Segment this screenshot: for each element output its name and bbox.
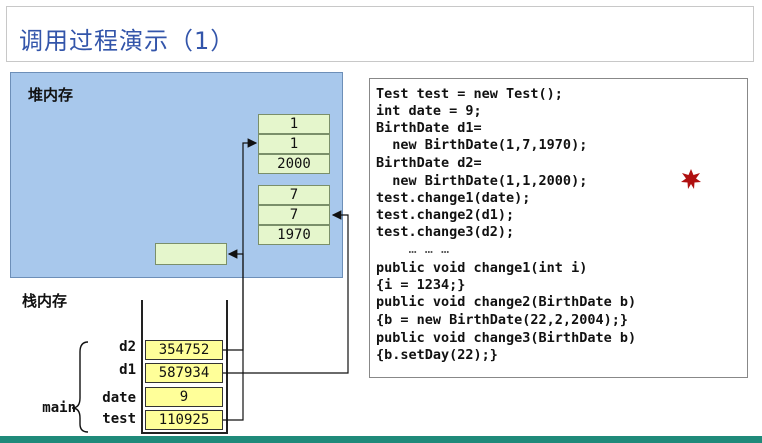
bottom-bar [0,436,762,443]
execution-marker-icon [681,169,701,189]
code-line-5: BirthDate d2= [376,155,482,171]
arrow-d1-to-obj2 [223,210,349,374]
code-line-2: int date = 9; [376,103,482,119]
code-line-8: test.change2(d1); [376,207,515,223]
arrow-test-to-object [223,249,244,421]
code-line-1: Test test = new Test(); [376,86,563,102]
code-line-9: test.change3(d2); [376,224,515,240]
code-line-16: {b.setDay(22);} [376,347,498,363]
code-line-ellipsis: … … … [376,241,450,257]
code-line-14: {b = new BirthDate(22,2,2004);} [376,312,628,328]
code-line-7: test.change1(date); [376,190,531,206]
code-line-15: public void change3(BirthDate b) [376,330,637,346]
arrow-d2-to-obj1 [223,138,258,351]
code-line-12: {i = 1234;} [376,277,466,293]
main-frame-brace [71,341,89,433]
code-line-13: public void change2(BirthDate b) [376,294,637,310]
code-line-3: BirthDate d1= [376,120,482,136]
code-line-4: new BirthDate(1,7,1970); [376,137,588,153]
code-line-11: public void change1(int i) [376,260,588,276]
code-line-6: new BirthDate(1,1,2000); [376,173,588,189]
